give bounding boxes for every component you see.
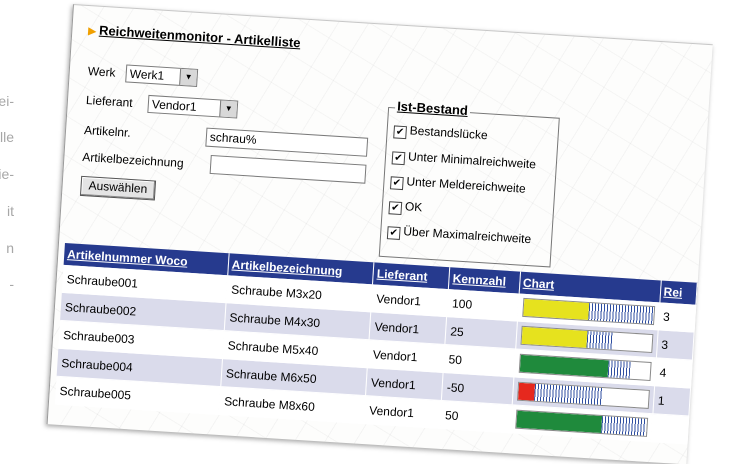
lieferant-label: Lieferant bbox=[85, 93, 134, 110]
bar-stripe bbox=[587, 302, 654, 325]
cell-reichweite: 3 bbox=[656, 329, 695, 361]
cell-reichweite: 4 bbox=[654, 357, 693, 389]
cell-lieferant: Vendor1 bbox=[363, 395, 442, 429]
auswaehlen-button[interactable]: Auswählen bbox=[79, 175, 156, 201]
checkbox-label: Bestandslücke bbox=[409, 123, 489, 143]
bar-fill bbox=[522, 298, 589, 320]
ist-bestand-fieldset: Ist-Bestand ✔ Bestandslücke ✔ Unter Minima… bbox=[378, 98, 560, 268]
checkmark-icon[interactable]: ✔ bbox=[389, 176, 404, 191]
checkbox-label: Unter Meldereichweite bbox=[406, 174, 527, 196]
chevron-down-icon[interactable]: ▼ bbox=[179, 68, 198, 86]
artikelbezeichnung-label: Artikelbezeichnung bbox=[81, 149, 185, 171]
reichweite-bar bbox=[516, 381, 650, 409]
checkmark-icon[interactable]: ✔ bbox=[388, 201, 403, 216]
cell-kennzahl: -50 bbox=[441, 372, 514, 405]
checkmark-icon[interactable]: ✔ bbox=[393, 125, 407, 140]
bar-stripe bbox=[601, 416, 647, 436]
checkbox-unter-meldereichweite[interactable]: ✔ Unter Meldereichweite bbox=[389, 173, 527, 197]
cell-kennzahl: 50 bbox=[443, 344, 516, 377]
reichweite-bar bbox=[514, 409, 648, 437]
cell-kennzahl: 50 bbox=[439, 400, 512, 433]
lieferant-value: Vendor1 bbox=[151, 97, 197, 114]
page-text-fragments: stei- alle nie- it n - bbox=[0, 60, 14, 360]
checkbox-ueber-maximalreichweite[interactable]: ✔ Über Maximalreichweite bbox=[386, 223, 532, 248]
text-fragment: nie- bbox=[0, 166, 14, 182]
artikelnr-label: Artikelnr. bbox=[83, 122, 132, 140]
chevron-down-icon[interactable]: ▼ bbox=[219, 100, 238, 118]
checkbox-label: OK bbox=[404, 199, 423, 215]
checkbox-unter-minimalreichweite[interactable]: ✔ Unter Minimalreichweite bbox=[391, 148, 537, 173]
cell-reichweite bbox=[650, 413, 689, 444]
checkmark-icon[interactable]: ✔ bbox=[386, 226, 401, 240]
bar-fill bbox=[515, 410, 603, 434]
checkmark-icon[interactable]: ✔ bbox=[391, 151, 406, 166]
werk-select[interactable]: Werk1 ▼ bbox=[125, 64, 199, 87]
cell-reichweite: 3 bbox=[657, 302, 696, 333]
checkbox-ok[interactable]: ✔ OK bbox=[388, 198, 423, 216]
screenshot-card: ▶ Reichweitenmonitor - Artikelliste Werk … bbox=[46, 4, 713, 464]
bar-fill bbox=[519, 354, 609, 378]
cell-kennzahl: 100 bbox=[446, 289, 519, 322]
reichweite-bar bbox=[521, 297, 655, 326]
checkbox-label: Unter Minimalreichweite bbox=[407, 149, 537, 172]
cell-kennzahl: 25 bbox=[445, 316, 518, 349]
arrow-right-icon: ▶ bbox=[87, 26, 97, 38]
ist-bestand-legend: Ist-Bestand bbox=[394, 98, 471, 119]
werk-label: Werk bbox=[87, 64, 116, 80]
bar-fill bbox=[521, 326, 588, 348]
reichweite-bar bbox=[518, 353, 652, 381]
bar-fill bbox=[517, 382, 536, 401]
checkbox-bestandsluecke[interactable]: ✔ Bestandslücke bbox=[393, 122, 488, 144]
bar-stripe bbox=[607, 360, 631, 379]
lieferant-select[interactable]: Vendor1 ▼ bbox=[147, 94, 239, 119]
reichweite-bar bbox=[520, 325, 653, 354]
text-fragment: alle bbox=[0, 129, 14, 145]
artikel-table: Artikelnummer Woco Artikelbezeichnung Li… bbox=[54, 242, 698, 444]
bar-stripe bbox=[585, 330, 614, 350]
bar-stripe bbox=[534, 383, 603, 406]
text-fragment: n bbox=[6, 240, 14, 256]
cell-reichweite: 1 bbox=[652, 385, 691, 416]
artikelnr-input[interactable]: schrau% bbox=[205, 127, 369, 157]
artikelbezeichnung-input[interactable] bbox=[209, 154, 367, 184]
werk-value: Werk1 bbox=[129, 66, 165, 83]
checkbox-label: Über Maximalreichweite bbox=[402, 224, 532, 247]
text-fragment: stei- bbox=[0, 93, 14, 109]
text-fragment: - bbox=[9, 276, 14, 292]
column-header-reichweite[interactable]: Rei bbox=[659, 280, 698, 305]
page-title: ▶ Reichweitenmonitor - Artikelliste bbox=[87, 22, 301, 51]
text-fragment: it bbox=[7, 203, 14, 219]
